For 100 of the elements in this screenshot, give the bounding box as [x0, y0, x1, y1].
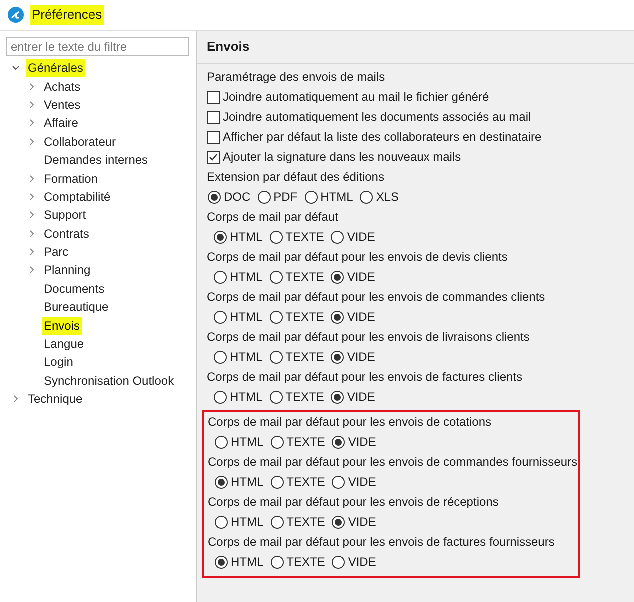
radio-button[interactable] — [270, 350, 283, 364]
radio-label[interactable]: HTML — [230, 308, 263, 326]
tree-item[interactable]: Login — [42, 353, 76, 372]
radio-label[interactable]: VIDE — [347, 348, 376, 366]
radio-label[interactable]: VIDE — [347, 228, 376, 246]
radio-button[interactable] — [331, 310, 344, 324]
chevron-down-icon[interactable] — [12, 64, 20, 72]
radio-button[interactable] — [360, 190, 374, 204]
radio-button[interactable] — [215, 436, 228, 448]
radio-button[interactable] — [270, 310, 283, 324]
chevron-right-icon[interactable] — [28, 248, 36, 256]
radio-label[interactable]: PDF — [274, 188, 298, 206]
checkbox-label[interactable]: Joindre automatiquement au mail le fichier généré — [223, 88, 490, 106]
radio-button[interactable] — [332, 516, 346, 528]
tree-item[interactable]: Affaire — [42, 114, 80, 132]
radio-label[interactable]: TEXTE — [286, 473, 326, 491]
radio-label[interactable]: TEXTE — [286, 308, 324, 326]
radio-button[interactable] — [214, 270, 227, 284]
tree-item[interactable]: Envois — [42, 316, 82, 335]
tree-item[interactable]: Collaborateur — [42, 132, 118, 151]
tree-item[interactable]: Achats — [42, 78, 83, 96]
radio-button[interactable] — [331, 390, 344, 404]
checkbox[interactable] — [207, 150, 220, 164]
tree-item[interactable]: Synchronisation Outlook — [42, 372, 176, 390]
radio-label[interactable]: HTML — [230, 268, 263, 286]
radio-button[interactable] — [270, 230, 283, 244]
radio-label[interactable]: VIDE — [347, 308, 376, 326]
radio-label[interactable]: HTML — [231, 433, 264, 451]
chevron-right-icon[interactable] — [28, 82, 36, 91]
radio-button[interactable] — [270, 270, 283, 284]
chevron-right-icon[interactable] — [28, 174, 36, 183]
radio-button[interactable] — [270, 436, 284, 448]
radio-button[interactable] — [214, 350, 227, 364]
radio-label[interactable]: VIDE — [347, 268, 376, 286]
radio-label[interactable]: HTML — [231, 513, 264, 531]
radio-label[interactable]: HTML — [320, 188, 354, 206]
radio-label[interactable]: HTML — [230, 348, 263, 366]
checkbox[interactable] — [207, 90, 220, 104]
radio-button[interactable] — [270, 476, 284, 488]
checkbox[interactable] — [207, 130, 220, 144]
radio-button[interactable] — [214, 230, 227, 244]
radio-label[interactable]: TEXTE — [286, 228, 324, 246]
tree-item[interactable]: Bureautique — [42, 298, 111, 316]
chevron-right-icon[interactable] — [28, 211, 36, 220]
radio-button[interactable] — [208, 190, 221, 204]
radio-button[interactable] — [258, 190, 271, 204]
radio-label[interactable]: HTML — [231, 473, 264, 491]
checkbox-label[interactable]: Afficher par défaut la liste des collaborateurs en destinataire — [223, 128, 542, 146]
radio-button[interactable] — [215, 476, 228, 488]
radio-label[interactable]: TEXTE — [286, 553, 326, 571]
chevron-right-icon[interactable] — [12, 395, 20, 404]
chevron-right-icon[interactable] — [28, 230, 36, 238]
tree-item[interactable]: Comptabilité — [42, 188, 113, 206]
tree-item[interactable]: Documents — [42, 280, 107, 298]
filter-field[interactable]: entrer le texte du filtre — [6, 37, 189, 56]
radio-button[interactable] — [332, 476, 346, 488]
tree-item[interactable]: Ventes — [42, 96, 83, 114]
tree-item[interactable]: Technique — [26, 390, 85, 408]
radio-button[interactable] — [304, 190, 318, 204]
tree-item[interactable]: Langue — [42, 335, 86, 354]
radio-button[interactable] — [331, 270, 344, 284]
tree-item[interactable]: Formation — [42, 170, 100, 188]
radio-button[interactable] — [214, 310, 227, 324]
radio-label[interactable]: TEXTE — [286, 433, 326, 451]
radio-label[interactable]: TEXTE — [286, 348, 324, 366]
radio-label[interactable]: XLS — [376, 188, 400, 206]
tree-item[interactable]: Contrats — [42, 224, 92, 243]
radio-button[interactable] — [215, 556, 228, 568]
radio-button[interactable] — [214, 390, 227, 404]
radio-label[interactable]: VIDE — [348, 473, 376, 491]
radio-button[interactable] — [331, 350, 344, 364]
radio-button[interactable] — [332, 436, 346, 448]
chevron-right-icon[interactable] — [28, 100, 36, 109]
tree-item[interactable]: Générales — [26, 59, 86, 78]
checkbox[interactable] — [207, 110, 220, 124]
radio-label[interactable]: TEXTE — [286, 268, 324, 286]
tree-item[interactable]: Support — [42, 206, 88, 224]
chevron-right-icon[interactable] — [28, 119, 36, 128]
chevron-right-icon[interactable] — [28, 138, 36, 146]
radio-label[interactable]: HTML — [230, 388, 263, 406]
radio-button[interactable] — [270, 556, 284, 568]
radio-label[interactable]: VIDE — [348, 433, 376, 451]
radio-label[interactable]: HTML — [231, 553, 264, 571]
checkbox-label[interactable]: Joindre automatiquement les documents associés au mail — [223, 108, 532, 126]
chevron-right-icon[interactable] — [28, 266, 36, 274]
radio-label[interactable]: HTML — [230, 228, 263, 246]
radio-button[interactable] — [215, 516, 228, 528]
checkbox-label[interactable]: Ajouter la signature dans les nouveaux mails — [223, 148, 462, 166]
tree-item[interactable]: Demandes internes — [42, 151, 150, 170]
radio-button[interactable] — [331, 230, 344, 244]
radio-label[interactable]: TEXTE — [286, 388, 324, 406]
radio-label[interactable]: VIDE — [348, 513, 376, 531]
radio-label[interactable]: VIDE — [347, 388, 376, 406]
radio-button[interactable] — [270, 516, 284, 528]
radio-button[interactable] — [270, 390, 283, 404]
chevron-right-icon[interactable] — [28, 192, 36, 201]
radio-label[interactable]: TEXTE — [286, 513, 326, 531]
radio-label[interactable]: DOC — [224, 188, 251, 206]
radio-button[interactable] — [332, 556, 346, 568]
radio-label[interactable]: VIDE — [348, 553, 376, 571]
